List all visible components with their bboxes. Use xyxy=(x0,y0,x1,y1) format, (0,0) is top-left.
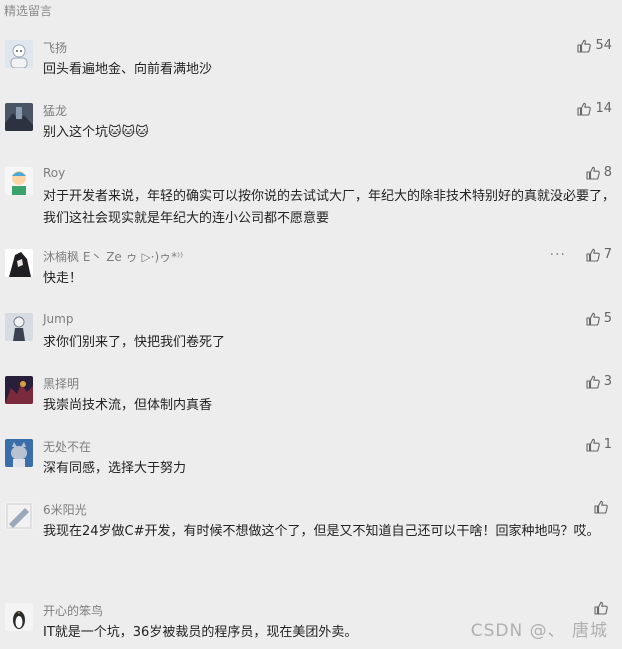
thumbs-up-icon xyxy=(586,248,600,262)
user-avatar[interactable] xyxy=(5,103,33,131)
thumbs-up-icon xyxy=(586,438,600,452)
comment-text: 深有同感，选择大于努力 xyxy=(43,461,187,476)
like-count: 14 xyxy=(595,101,612,116)
comment-username[interactable]: 开心的笨鸟 xyxy=(43,602,103,619)
comment-text: 我崇尚技术流，但体制内真香 xyxy=(43,398,213,413)
like-button[interactable]: 3 xyxy=(586,374,612,389)
figure-avatar-icon xyxy=(5,313,33,341)
comment-username[interactable]: Jump xyxy=(43,312,73,326)
comment-username[interactable]: 猛龙 xyxy=(43,102,67,119)
like-count: 5 xyxy=(603,311,612,326)
like-count: 7 xyxy=(603,247,612,262)
comment-username[interactable]: 无处不在 xyxy=(43,438,91,455)
anime-avatar-icon xyxy=(5,249,33,277)
like-button[interactable]: 14 xyxy=(577,101,612,116)
comment-text: 快走！ xyxy=(43,271,83,286)
photo-avatar-icon xyxy=(5,103,33,131)
thumbs-up-icon xyxy=(594,500,608,514)
comment-username[interactable]: 黑择明 xyxy=(43,375,79,392)
thumbs-up-icon xyxy=(577,102,592,116)
like-button[interactable]: 7 xyxy=(586,247,612,262)
game-avatar-icon xyxy=(5,376,33,404)
comment-username[interactable]: 飞扬 xyxy=(43,39,67,56)
user-avatar[interactable] xyxy=(5,40,33,68)
thumbs-up-icon xyxy=(586,166,600,180)
user-avatar[interactable] xyxy=(5,249,33,277)
thumbs-up-icon xyxy=(586,312,600,326)
user-avatar[interactable] xyxy=(5,502,33,530)
like-button[interactable] xyxy=(594,601,612,615)
penguin-avatar-icon xyxy=(5,603,33,631)
photo-avatar-icon xyxy=(5,502,33,530)
more-options-button[interactable]: ··· xyxy=(550,247,566,263)
comment-text: 我现在24岁做C#开发，有时候不想做这个了，但是又不知道自己还可以干啥！回家种地… xyxy=(43,524,600,539)
user-avatar[interactable] xyxy=(5,313,33,341)
like-count: 54 xyxy=(595,38,612,53)
cartoon-avatar-icon xyxy=(5,40,33,68)
like-count: 1 xyxy=(603,437,612,452)
comment-text: 对于开发者来说，年轻的确实可以按你说的去试试大厂，年纪大的除非技术特别好的真就没… xyxy=(43,189,616,226)
like-button[interactable]: 8 xyxy=(586,165,612,180)
user-avatar[interactable] xyxy=(5,376,33,404)
like-count: 8 xyxy=(603,165,612,180)
cartoon-cat-avatar-icon xyxy=(5,439,33,467)
comment-text: 回头看遍地金、向前看满地沙 xyxy=(43,62,213,77)
like-button[interactable]: 1 xyxy=(586,437,612,452)
comment-username[interactable]: 沐楠枫 E丶 Ze ゥ ▷·)ゥ*⁾⁾ xyxy=(43,248,183,265)
user-avatar[interactable] xyxy=(5,439,33,467)
thumbs-up-icon xyxy=(594,601,608,615)
like-button[interactable]: 54 xyxy=(577,38,612,53)
comment-username[interactable]: 6米阳光 xyxy=(43,501,87,518)
comment-text: 别入这个坑🐱🐱🐱 xyxy=(43,125,149,140)
like-button[interactable] xyxy=(594,500,612,514)
like-count: 3 xyxy=(603,374,612,389)
csdn-watermark: CSDN @、 唐城 xyxy=(470,621,608,641)
user-avatar[interactable] xyxy=(5,603,33,631)
thumbs-up-icon xyxy=(577,39,592,53)
thumbs-up-icon xyxy=(586,375,600,389)
comment-text: 求你们别来了，快把我们卷死了 xyxy=(43,335,226,350)
section-title: 精选留言 xyxy=(4,4,53,18)
like-button[interactable]: 5 xyxy=(586,311,612,326)
comment-username[interactable]: Roy xyxy=(43,166,65,180)
user-avatar[interactable] xyxy=(5,167,33,195)
cartoon-avatar-icon xyxy=(5,167,33,195)
